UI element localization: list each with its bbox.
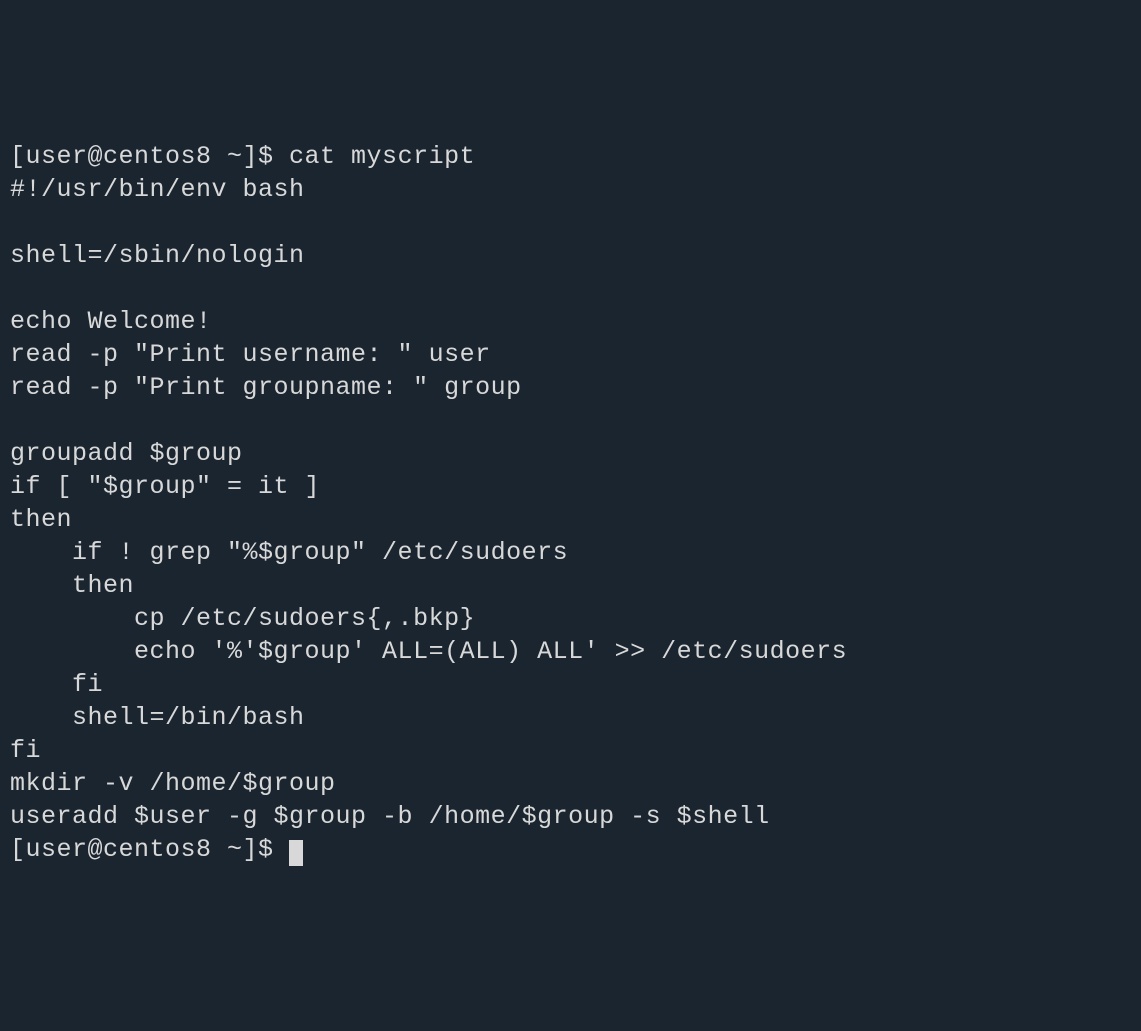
output-line: if [ "$group" = it ]	[10, 472, 320, 501]
output-line: cp /etc/sudoers{,.bkp}	[10, 604, 475, 633]
prompt-line-1: [user@centos8 ~]$ cat myscript	[10, 142, 475, 171]
command-text: cat myscript	[289, 142, 475, 171]
output-line: shell=/sbin/nologin	[10, 241, 305, 270]
shell-prompt: [user@centos8 ~]$	[10, 142, 289, 171]
cursor-icon	[289, 840, 303, 866]
terminal-window[interactable]: [user@centos8 ~]$ cat myscript #!/usr/bi…	[10, 140, 1131, 866]
output-line: shell=/bin/bash	[10, 703, 305, 732]
output-line: #!/usr/bin/env bash	[10, 175, 305, 204]
output-line: read -p "Print username: " user	[10, 340, 491, 369]
output-line: echo '%'$group' ALL=(ALL) ALL' >> /etc/s…	[10, 637, 847, 666]
output-line: echo Welcome!	[10, 307, 212, 336]
output-line: useradd $user -g $group -b /home/$group …	[10, 802, 770, 831]
output-line: if ! grep "%$group" /etc/sudoers	[10, 538, 568, 567]
shell-prompt: [user@centos8 ~]$	[10, 835, 289, 864]
output-line: fi	[10, 670, 103, 699]
output-line: fi	[10, 736, 41, 765]
output-line: mkdir -v /home/$group	[10, 769, 336, 798]
output-line: then	[10, 505, 72, 534]
output-line: groupadd $group	[10, 439, 243, 468]
output-line: read -p "Print groupname: " group	[10, 373, 522, 402]
output-line: then	[10, 571, 134, 600]
prompt-line-2: [user@centos8 ~]$	[10, 835, 303, 864]
